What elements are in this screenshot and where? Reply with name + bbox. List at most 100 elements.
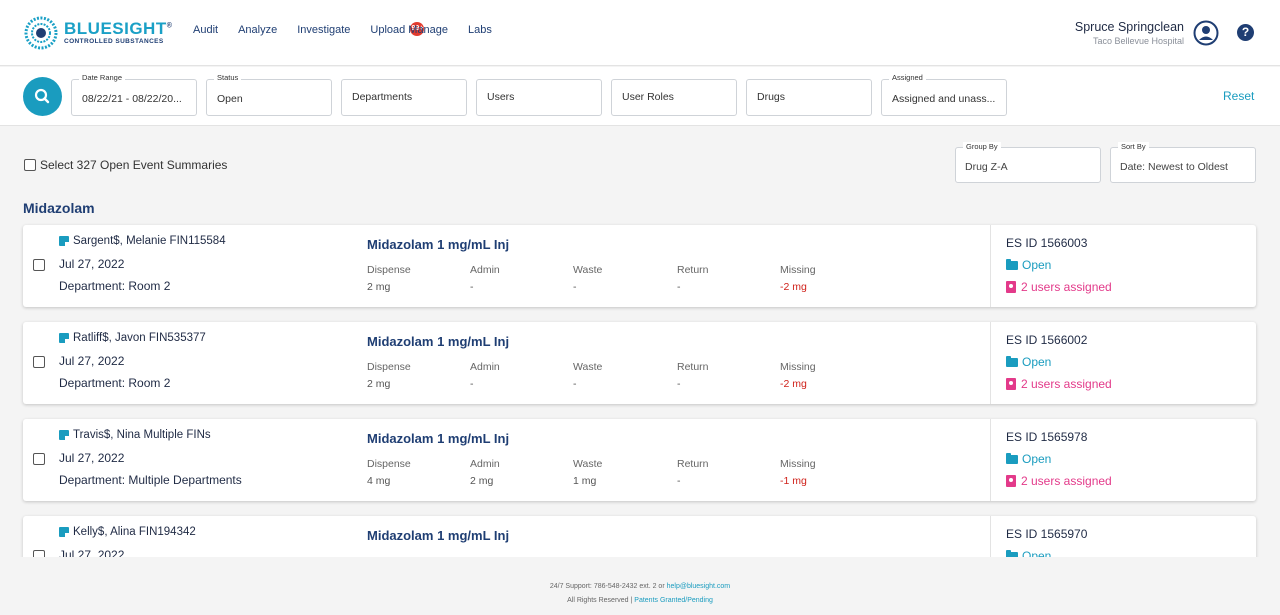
metric-dispense: Dispense 2 mg (367, 264, 411, 293)
patient-name[interactable]: Sargent$, Melanie (73, 235, 166, 247)
es-id[interactable]: ES ID 1566002 (1006, 333, 1087, 347)
status-line[interactable]: Open (1006, 355, 1051, 369)
metric-value: -2 mg (780, 281, 807, 293)
group-title: Midazolam (23, 200, 95, 216)
filter-bar: Date Range 08/22/21 - 08/22/20... Status… (0, 67, 1280, 126)
es-id[interactable]: ES ID 1565970 (1006, 527, 1087, 541)
metric-value: - (573, 378, 577, 390)
help-icon[interactable]: ? (1237, 24, 1254, 41)
nav-analyze[interactable]: Analyze (238, 24, 277, 36)
metric-label: Dispense (367, 361, 411, 373)
event-date: Jul 27, 2022 (59, 354, 125, 368)
patient-name[interactable]: Kelly$, Alina (73, 526, 136, 538)
nav-upload[interactable]: Upload 99+ (370, 22, 425, 36)
patient-name[interactable]: Travis$, Nina (73, 429, 140, 441)
card-divider (990, 419, 991, 501)
assigned-line[interactable]: 2 users assigned (1006, 280, 1112, 294)
patient-fin: FIN194342 (138, 526, 196, 538)
card-checkbox[interactable] (33, 259, 45, 271)
date-range-field[interactable]: Date Range 08/22/21 - 08/22/20... (71, 73, 197, 116)
group-by-select[interactable]: Group By Drug Z-A (955, 142, 1101, 183)
nav-audit[interactable]: Audit (193, 24, 218, 36)
patient-fin: FIN535377 (148, 332, 206, 344)
drug-name[interactable]: Midazolam 1 mg/mL Inj (367, 528, 509, 543)
department-prefix: Department: (59, 376, 126, 390)
department-line: Department: Room 2 (59, 279, 170, 293)
es-id[interactable]: ES ID 1566003 (1006, 236, 1087, 250)
status-line[interactable]: Open (1006, 452, 1051, 466)
drugs-field[interactable]: Drugs (746, 79, 872, 116)
status-text: Open (1022, 355, 1052, 369)
departments-field[interactable]: Departments (341, 79, 467, 116)
folder-icon (1006, 452, 1018, 464)
drug-name[interactable]: Midazolam 1 mg/mL Inj (367, 237, 509, 252)
es-id[interactable]: ES ID 1565978 (1006, 430, 1087, 444)
search-button[interactable] (23, 77, 62, 116)
department-prefix: Department: (59, 473, 126, 487)
patient-line: Ratliff$, Javon FIN535377 (59, 332, 206, 344)
bluesight-logo[interactable]: BLUESIGHT® CONTROLLED SUBSTANCES (24, 15, 184, 51)
card-checkbox[interactable] (33, 453, 45, 465)
metric-admin: Admin - (470, 361, 500, 390)
metric-label: Missing (780, 264, 816, 276)
user-roles-placeholder: User Roles (622, 91, 674, 103)
metric-label: Dispense (367, 264, 411, 276)
card-checkbox[interactable] (33, 356, 45, 368)
metric-return: Return - (677, 361, 709, 390)
patents-link[interactable]: Patents Granted/Pending (634, 597, 713, 604)
patient-fin: Multiple FINs (143, 429, 211, 441)
metric-label: Return (677, 264, 709, 276)
support-text: 24/7 Support: 786-548-2432 ext. 2 or (549, 583, 665, 590)
event-summary-card[interactable]: Travis$, Nina Multiple FINs Jul 27, 2022… (23, 419, 1256, 501)
support-email-link[interactable]: help@bluesight.com (667, 583, 731, 590)
drug-name[interactable]: Midazolam 1 mg/mL Inj (367, 334, 509, 349)
drug-name[interactable]: Midazolam 1 mg/mL Inj (367, 431, 509, 446)
reset-link[interactable]: Reset (1223, 89, 1254, 103)
event-summary-card[interactable]: Sargent$, Melanie FIN115584 Jul 27, 2022… (23, 225, 1256, 307)
department-value: Room 2 (128, 376, 171, 390)
metric-waste: Waste - (573, 264, 602, 293)
patient-line: Sargent$, Melanie FIN115584 (59, 235, 226, 247)
user-info[interactable]: Spruce Springclean Taco Bellevue Hospita… (1075, 20, 1184, 46)
nav-investigate[interactable]: Investigate (297, 24, 350, 36)
metric-value: - (470, 378, 474, 390)
assigned-text: 2 users assigned (1021, 280, 1112, 294)
metric-return: Return - (677, 458, 709, 487)
assigned-line[interactable]: 2 users assigned (1006, 377, 1112, 391)
patient-line: Kelly$, Alina FIN194342 (59, 526, 196, 538)
rights-text: All Rights Reserved | (567, 597, 633, 604)
event-summary-card[interactable]: Ratliff$, Javon FIN535377 Jul 27, 2022 D… (23, 322, 1256, 404)
nav-labs[interactable]: Labs (468, 24, 492, 36)
metric-waste: Waste 1 mg (573, 458, 602, 487)
card-divider (990, 225, 991, 307)
metric-label: Missing (780, 458, 816, 470)
user-roles-field[interactable]: User Roles (611, 79, 737, 116)
patient-note-icon (59, 527, 69, 537)
metric-value: 4 mg (367, 475, 391, 487)
status-field[interactable]: Status Open (206, 73, 332, 116)
user-badge-icon (1006, 475, 1016, 487)
sort-by-select[interactable]: Sort By Date: Newest to Oldest (1110, 142, 1256, 183)
status-text: Open (1022, 452, 1052, 466)
status-line[interactable]: Open (1006, 258, 1051, 272)
assigned-field[interactable]: Assigned Assigned and unass... (881, 73, 1007, 116)
user-avatar-icon[interactable] (1193, 20, 1219, 46)
department-value: Room 2 (128, 279, 171, 293)
assigned-line[interactable]: 2 users assigned (1006, 474, 1112, 488)
hospital-name: Taco Bellevue Hospital (1092, 36, 1184, 46)
nav-manage[interactable]: Manage (408, 24, 448, 36)
metric-admin: Admin - (470, 264, 500, 293)
brand-subtitle: CONTROLLED SUBSTANCES (64, 38, 164, 46)
select-all-checkbox[interactable] (24, 159, 36, 171)
brand-name: BLUESIGHT (64, 19, 167, 39)
group-by-value: Drug Z-A (965, 161, 1008, 173)
metric-waste: Waste - (573, 361, 602, 390)
metric-label: Waste (573, 264, 603, 276)
select-all-label: Select 327 Open Event Summaries (40, 158, 228, 172)
users-field[interactable]: Users (476, 79, 602, 116)
metric-missing: Missing -1 mg (780, 458, 816, 487)
status-label: Status (214, 73, 242, 82)
metric-value: 2 mg (367, 378, 391, 390)
patient-name[interactable]: Ratliff$, Javon (73, 332, 146, 344)
department-prefix: Department: (59, 279, 126, 293)
